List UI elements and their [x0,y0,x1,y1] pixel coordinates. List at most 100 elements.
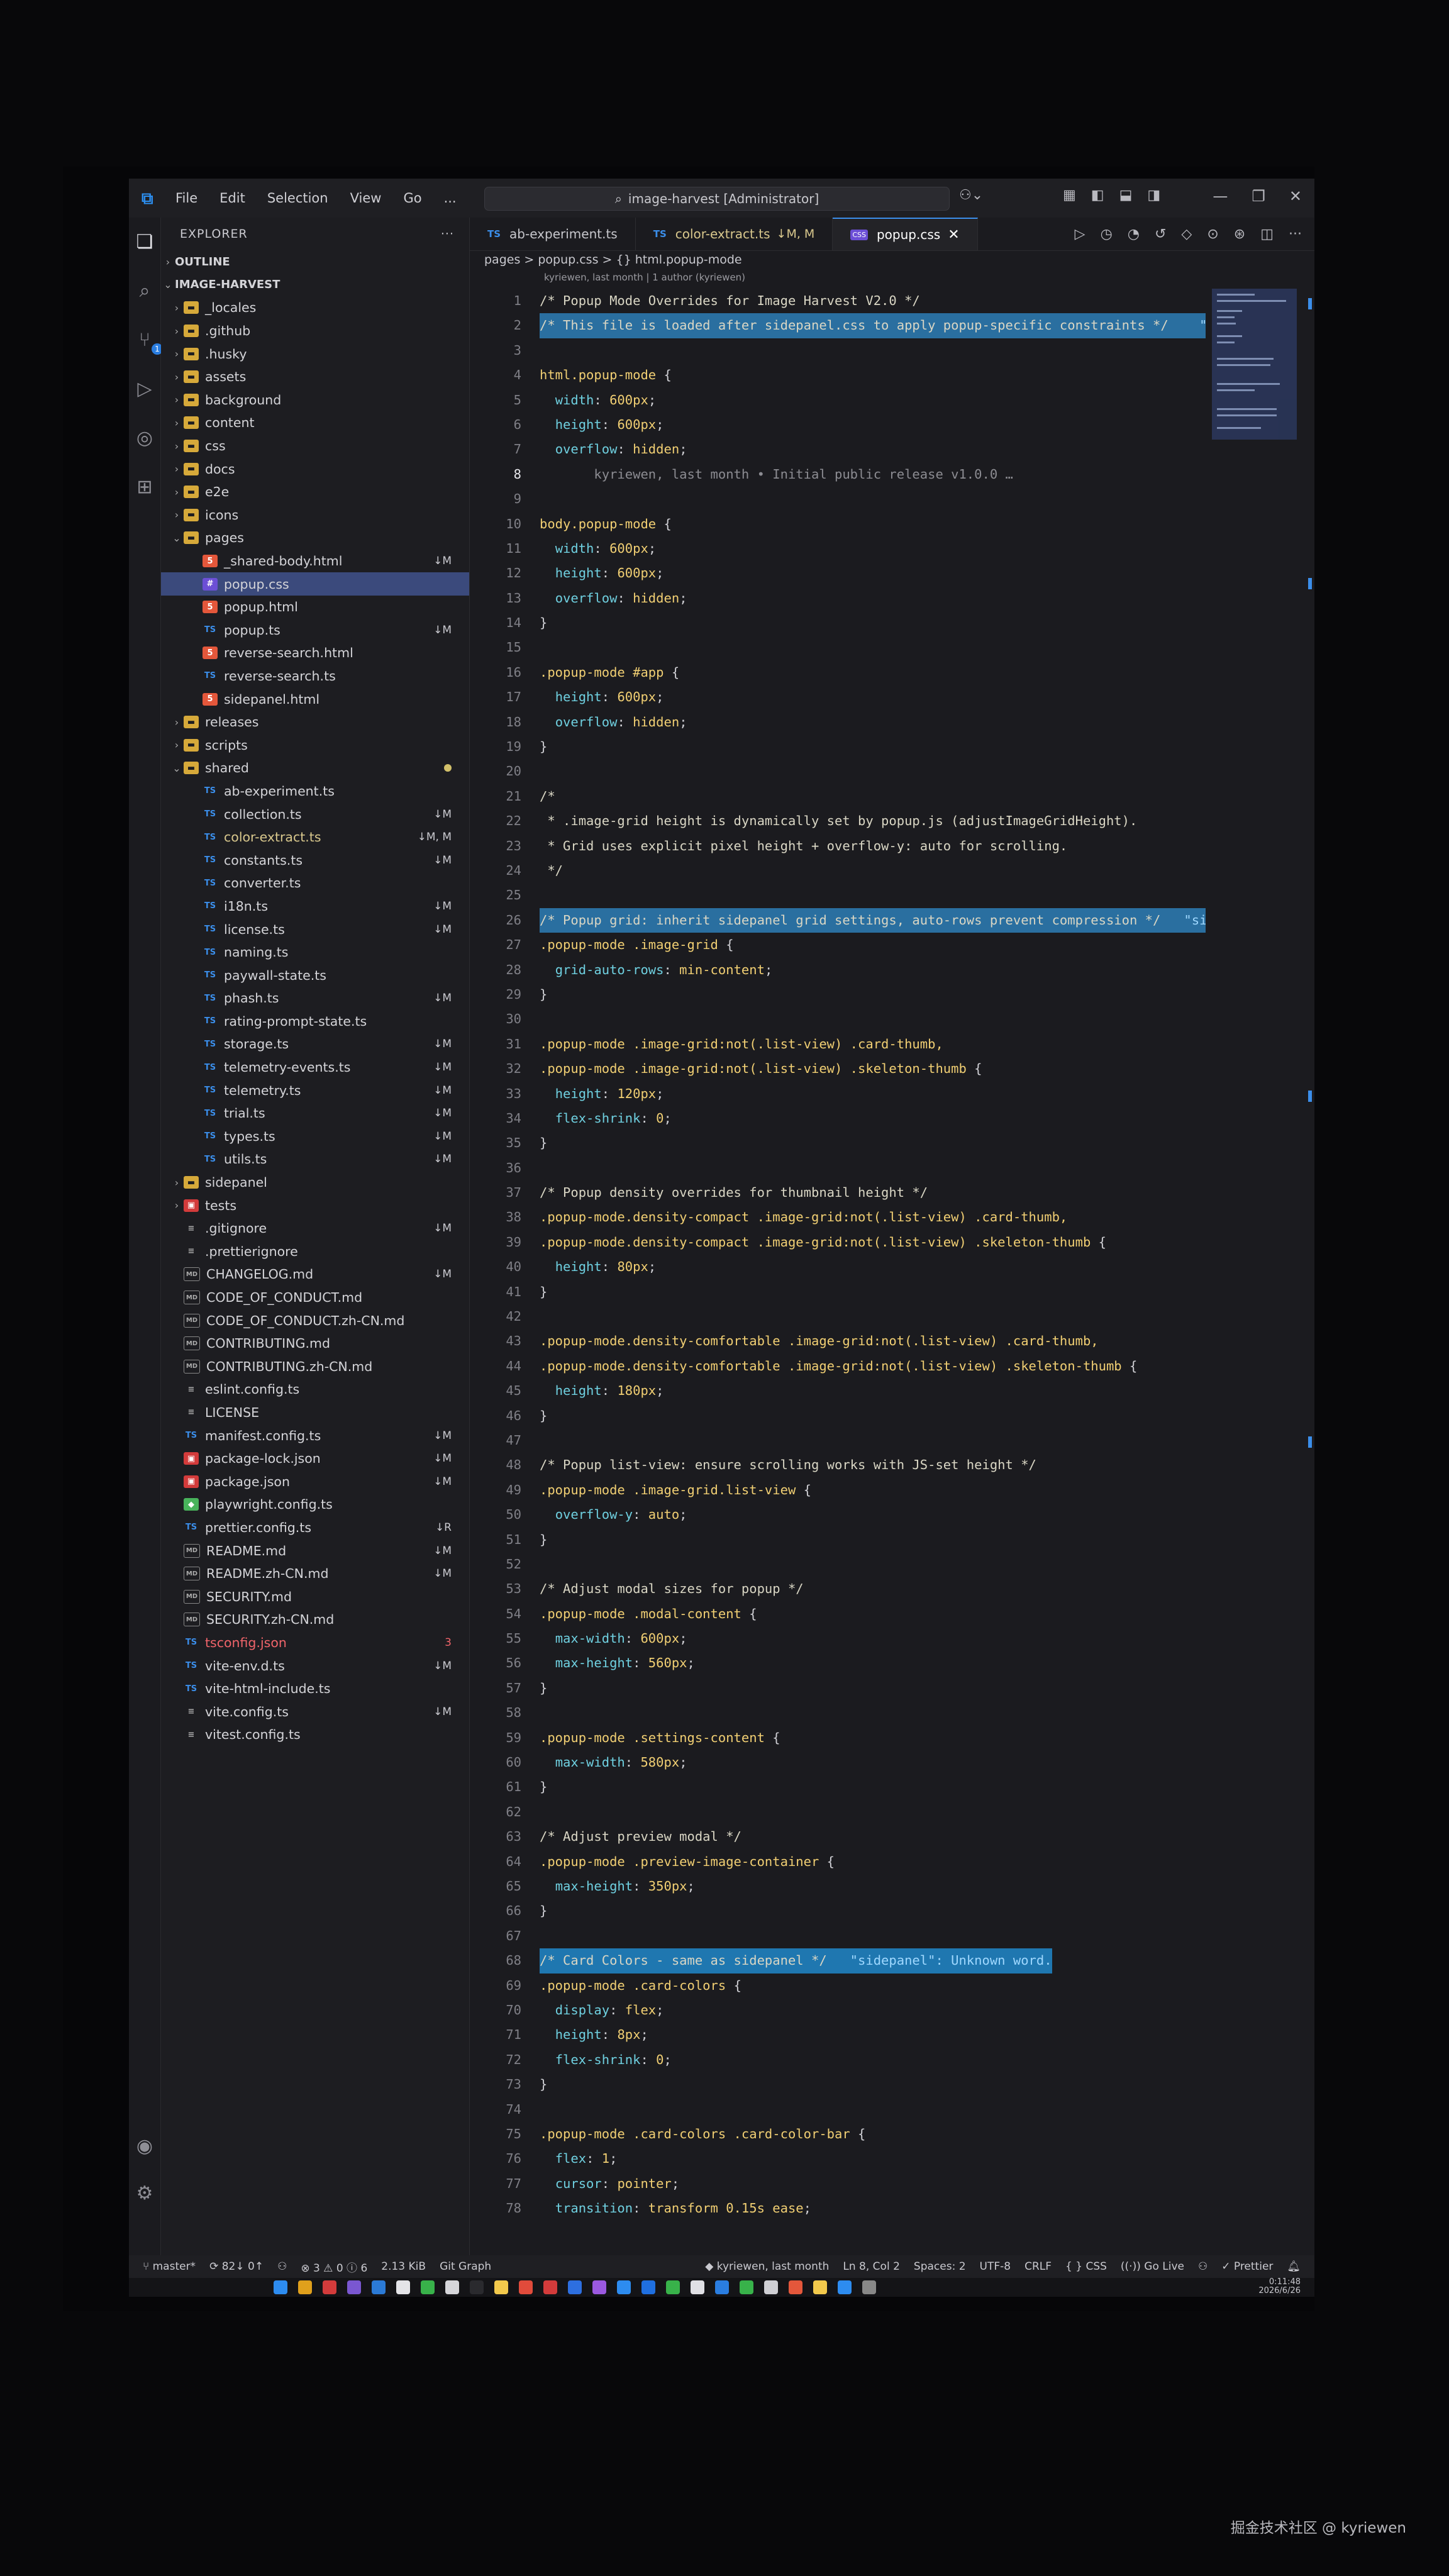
breadcrumb[interactable]: pages > popup.css > {} html.popup-mode [484,253,742,267]
tab-popup-css[interactable]: CSS popup.css ✕ [833,218,978,250]
code-line[interactable]: 54 .popup-mode .modal-content { [470,1602,1206,1626]
code-line[interactable]: 41} [470,1280,1206,1304]
code-line[interactable]: 26 /* Popup grid: inherit sidepanel grid … [470,908,1206,933]
code-line[interactable]: 35} [470,1131,1206,1155]
extensions-icon[interactable]: ⊞ [134,477,155,498]
encoding[interactable]: UTF-8 [980,2260,1011,2273]
taskbar-app-icon[interactable] [691,2280,704,2294]
toggle-secondary-sidebar-icon[interactable]: ◨ [1147,187,1160,203]
taskbar-app-icon[interactable] [813,2280,827,2294]
file-item[interactable]: ≡ .gitignore ↓M [161,1217,469,1240]
menu-edit[interactable]: Edit [219,191,245,206]
code-line[interactable]: 47 [470,1428,1206,1453]
menu-go[interactable]: Go [403,191,421,206]
file-item[interactable]: TS converter.ts [161,872,469,895]
taskbar-app-icon[interactable] [494,2280,508,2294]
file-item[interactable]: MD CHANGELOG.md ↓M [161,1263,469,1286]
language-mode[interactable]: { } CSS [1065,2260,1107,2273]
layout-panel-icon[interactable]: ▦ [1063,187,1076,203]
taskbar-app-icon[interactable] [396,2280,410,2294]
taskbar-app-icon[interactable] [862,2280,876,2294]
folder-item[interactable]: › ▬ assets [161,365,469,389]
file-item[interactable]: ▣ package.json ↓M [161,1470,469,1493]
file-item[interactable]: MD CONTRIBUTING.md [161,1332,469,1355]
code-line[interactable]: 4 html.popup-mode { [470,363,1206,387]
line-endings[interactable]: CRLF [1024,2260,1052,2273]
file-item[interactable]: # popup.css [161,572,469,596]
file-item[interactable]: TS naming.ts [161,941,469,964]
taskbar-app-icon[interactable] [617,2280,631,2294]
workspace-root[interactable]: ⌄ IMAGE-HARVEST [161,274,469,297]
code-line[interactable]: 33 height: 120px; [470,1082,1206,1106]
code-line[interactable]: 12 height: 600px; [470,561,1206,586]
code-line[interactable]: 74 [470,2097,1206,2122]
file-item[interactable]: TS i18n.ts ↓M [161,895,469,918]
code-line[interactable]: 78 transition: transform 0.15s ease; [470,2196,1206,2221]
cursor-position[interactable]: Ln 8, Col 2 [843,2260,900,2273]
indentation[interactable]: Spaces: 2 [914,2260,966,2273]
folder-item[interactable]: › ▬ content [161,411,469,435]
outline-section[interactable]: › OUTLINE [161,250,469,274]
code-line[interactable]: 38 .popup-mode.density-compact .image-gri… [470,1205,1206,1230]
file-item[interactable]: TS rating-prompt-state.ts [161,1010,469,1033]
file-item[interactable]: ◆ playwright.config.ts [161,1493,469,1516]
taskbar-app-icon[interactable] [641,2280,655,2294]
file-item[interactable]: TS phash.ts ↓M [161,987,469,1010]
prettier-status[interactable]: ✓ Prettier [1221,2260,1273,2273]
taskbar-app-icon[interactable] [372,2280,386,2294]
file-item[interactable]: TS vite-html-include.ts [161,1677,469,1701]
folder-item[interactable]: › ▬ .github [161,319,469,343]
file-item[interactable]: TS telemetry.ts ↓M [161,1079,469,1102]
file-item[interactable]: TS types.ts ↓M [161,1125,469,1148]
code-line[interactable]: 73} [470,2072,1206,2097]
code-line[interactable]: 21 /* [470,784,1206,809]
code-line[interactable]: 27 .popup-mode .image-grid { [470,933,1206,957]
code-line[interactable]: 57} [470,1676,1206,1701]
code-line[interactable]: 24 */ [470,858,1206,883]
run-icon[interactable]: ▷ [1075,226,1085,242]
file-item[interactable]: TS paywall-state.ts [161,963,469,987]
tab-ab-experiment[interactable]: TS ab-experiment.ts [470,218,636,250]
taskbar-app-icon[interactable] [592,2280,606,2294]
preview-icon[interactable]: ⊙ [1207,226,1218,242]
code-line[interactable]: 49 .popup-mode .image-grid.list-view { [470,1478,1206,1502]
file-item[interactable]: 5 _shared-body.html ↓M [161,550,469,573]
toggle-sidebar-icon[interactable]: ◧ [1091,187,1104,203]
code-line[interactable]: 34 flex-shrink: 0; [470,1106,1206,1131]
taskbar-app-icon[interactable] [421,2280,435,2294]
file-item[interactable]: 5 popup.html [161,596,469,619]
code-line[interactable]: 66} [470,1899,1206,1923]
folder-item[interactable]: ⌄ ▬ shared [161,757,469,780]
history-icon[interactable]: ◔ [1128,226,1140,242]
code-line[interactable]: 45 height: 180px; [470,1379,1206,1403]
remote-explorer-icon[interactable]: ◎ [134,428,155,449]
code-line[interactable]: 18 overflow: hidden; [470,710,1206,735]
folder-item[interactable]: › ▬ docs [161,457,469,480]
file-item[interactable]: ≡ LICENSE [161,1401,469,1424]
code-line[interactable]: 13 overflow: hidden; [470,586,1206,611]
run-debug-icon[interactable]: ▷ [134,379,155,400]
file-item[interactable]: ≡ vitest.config.ts [161,1723,469,1746]
code-line[interactable]: 60 max-width: 580px; [470,1750,1206,1775]
file-item[interactable]: 5 sidepanel.html [161,687,469,711]
file-item[interactable]: MD CODE_OF_CONDUCT.md [161,1286,469,1309]
file-item[interactable]: TS trial.ts ↓M [161,1102,469,1125]
taskbar-app-icon[interactable] [740,2280,753,2294]
folder-item[interactable]: › ▬ sidepanel [161,1171,469,1194]
account-icon[interactable]: ◉ [134,2136,155,2157]
code-line[interactable]: 52 [470,1552,1206,1577]
file-item[interactable]: TS constants.ts ↓M [161,848,469,872]
code-line[interactable]: 5 width: 600px; [470,388,1206,413]
source-control-icon[interactable]: ⑂ 1 [134,330,163,355]
code-line[interactable]: 76 flex: 1; [470,2146,1206,2171]
file-item[interactable]: ≡ eslint.config.ts [161,1378,469,1401]
code-line[interactable]: 58 [470,1701,1206,1725]
code-line[interactable]: 28 grid-auto-rows: min-content; [470,958,1206,982]
menu-more[interactable]: ... [444,191,457,206]
taskbar-clock[interactable]: 0:11:48 2026/6/26 [1258,2278,1301,2296]
go-live-button[interactable]: ((·)) Go Live [1121,2260,1184,2273]
code-line[interactable]: 25 [470,883,1206,908]
file-item[interactable]: MD CODE_OF_CONDUCT.zh-CN.md [161,1309,469,1332]
file-item[interactable]: ▣ package-lock.json ↓M [161,1447,469,1470]
file-item[interactable]: TS tsconfig.json 3 [161,1631,469,1655]
